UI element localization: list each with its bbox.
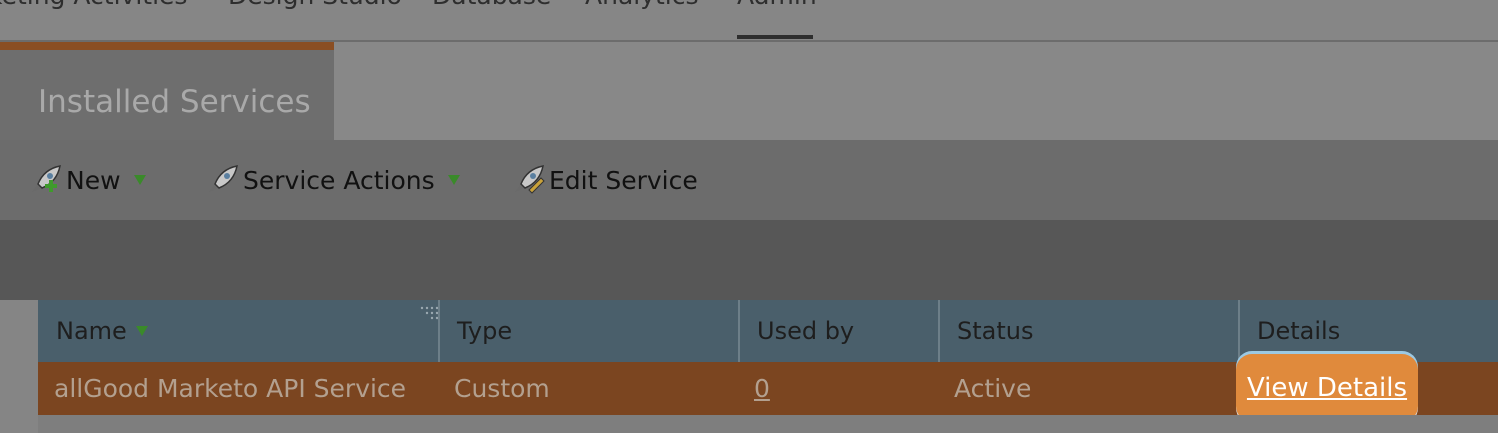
toolbar: New Service Actions Edit Service bbox=[0, 140, 1498, 220]
tab-analytics[interactable]: Analytics bbox=[585, 0, 699, 12]
service-actions-button[interactable]: Service Actions bbox=[205, 162, 463, 198]
table-row[interactable] bbox=[38, 415, 1498, 433]
table-row[interactable]: allGood Marketo API Service Custom 0 Act… bbox=[38, 354, 1498, 422]
grid-header: Name Type Used by Status Details bbox=[38, 300, 1498, 362]
edit-service-button[interactable]: Edit Service bbox=[511, 162, 698, 198]
column-header-name[interactable]: Name bbox=[38, 300, 438, 362]
tab-marketing-activities[interactable]: keting Activities bbox=[0, 0, 187, 12]
new-label: New bbox=[66, 165, 121, 195]
used-by-link[interactable]: 0 bbox=[754, 362, 770, 415]
cell-type: Custom bbox=[454, 374, 550, 403]
resize-grip-icon[interactable] bbox=[418, 305, 438, 321]
chevron-down-icon bbox=[133, 175, 146, 185]
service-actions-label: Service Actions bbox=[243, 165, 435, 195]
rocket-icon bbox=[209, 165, 238, 192]
new-button[interactable]: New bbox=[28, 162, 149, 198]
cell-name: allGood Marketo API Service bbox=[54, 374, 407, 403]
column-header-type[interactable]: Type bbox=[438, 300, 738, 362]
panel-title: Installed Services bbox=[38, 84, 311, 120]
top-nav: keting Activities Design Studio Database… bbox=[0, 0, 1498, 42]
panel-tab-strip: Installed Services bbox=[0, 42, 1498, 140]
services-grid: Name Type Used by Status Details allGood… bbox=[38, 300, 1498, 433]
view-details-link[interactable]: View Details bbox=[1236, 354, 1418, 422]
column-header-status[interactable]: Status bbox=[938, 300, 1238, 362]
column-header-used-by[interactable]: Used by bbox=[738, 300, 938, 362]
filter-bar bbox=[0, 220, 1498, 300]
tab-admin[interactable]: Admin bbox=[737, 0, 817, 12]
tab-design-studio[interactable]: Design Studio bbox=[228, 0, 402, 12]
left-margin bbox=[0, 300, 38, 433]
active-tab-indicator bbox=[737, 35, 813, 39]
tab-database[interactable]: Database bbox=[432, 0, 551, 12]
cell-status: Active bbox=[954, 374, 1032, 403]
chevron-down-icon bbox=[447, 175, 460, 185]
column-header-details[interactable]: Details bbox=[1238, 300, 1498, 362]
edit-service-label: Edit Service bbox=[549, 165, 698, 195]
rocket-add-icon bbox=[32, 165, 61, 192]
sort-arrow-icon bbox=[135, 326, 148, 336]
rocket-edit-icon bbox=[515, 165, 545, 194]
panel-tab-installed-services[interactable]: Installed Services bbox=[0, 42, 334, 140]
